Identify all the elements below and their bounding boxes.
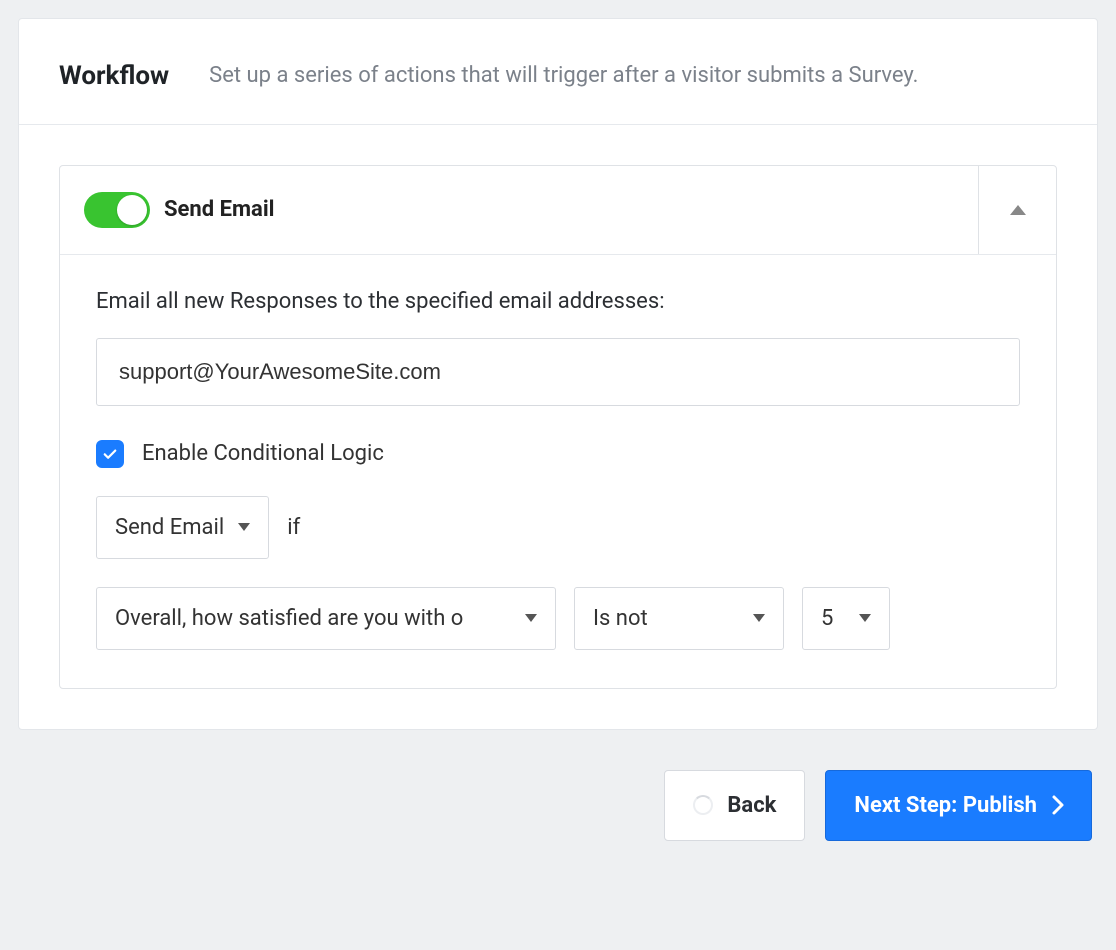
rule-action-value: Send Email [115, 515, 224, 540]
workflow-panel: Workflow Set up a series of actions that… [18, 18, 1098, 730]
rule-action-select[interactable]: Send Email [96, 496, 269, 559]
rule-question-select[interactable]: Overall, how satisfied are you with o [96, 587, 556, 650]
back-button-label: Back [727, 793, 776, 818]
rule-operator-select[interactable]: Is not [574, 587, 784, 650]
card-body: Email all new Responses to the specified… [60, 254, 1056, 688]
chevron-down-icon [525, 614, 537, 622]
toggle-knob [117, 195, 147, 225]
card-header-main: Send Email [60, 166, 978, 254]
chevron-up-icon [1010, 205, 1026, 215]
rule-value-value: 5 [821, 606, 845, 631]
card-header: Send Email [60, 166, 1056, 254]
rule-connector-text: if [287, 515, 300, 540]
panel-header: Workflow Set up a series of actions that… [19, 19, 1097, 124]
send-email-card: Send Email Email all new Responses to th… [59, 165, 1057, 689]
back-button[interactable]: Back [664, 770, 805, 841]
page-title: Workflow [59, 61, 169, 91]
conditional-logic-checkbox[interactable] [96, 440, 124, 468]
rule-condition-row: Overall, how satisfied are you with o Is… [96, 587, 1020, 650]
chevron-down-icon [859, 614, 871, 622]
collapse-button[interactable] [978, 166, 1056, 254]
rule-operator-value: Is not [593, 606, 739, 631]
conditional-logic-row: Enable Conditional Logic [96, 440, 1020, 468]
next-step-label: Next Step: Publish [854, 793, 1037, 818]
rule-action-row: Send Email if [96, 496, 1020, 559]
footer-bar: Back Next Step: Publish [18, 770, 1098, 841]
email-field-label: Email all new Responses to the specified… [96, 289, 1020, 314]
panel-body: Send Email Email all new Responses to th… [19, 125, 1097, 729]
spinner-icon [693, 795, 713, 815]
chevron-down-icon [238, 523, 250, 531]
chevron-right-icon [1051, 794, 1065, 816]
check-icon [101, 445, 119, 463]
next-step-button[interactable]: Next Step: Publish [825, 770, 1092, 841]
enable-action-toggle[interactable] [84, 192, 150, 228]
action-title: Send Email [164, 197, 274, 222]
conditional-logic-label: Enable Conditional Logic [142, 441, 384, 466]
chevron-down-icon [753, 614, 765, 622]
rule-value-select[interactable]: 5 [802, 587, 890, 650]
rule-question-value: Overall, how satisfied are you with o [115, 606, 511, 631]
email-address-input[interactable] [96, 338, 1020, 406]
page-description: Set up a series of actions that will tri… [209, 61, 1057, 92]
